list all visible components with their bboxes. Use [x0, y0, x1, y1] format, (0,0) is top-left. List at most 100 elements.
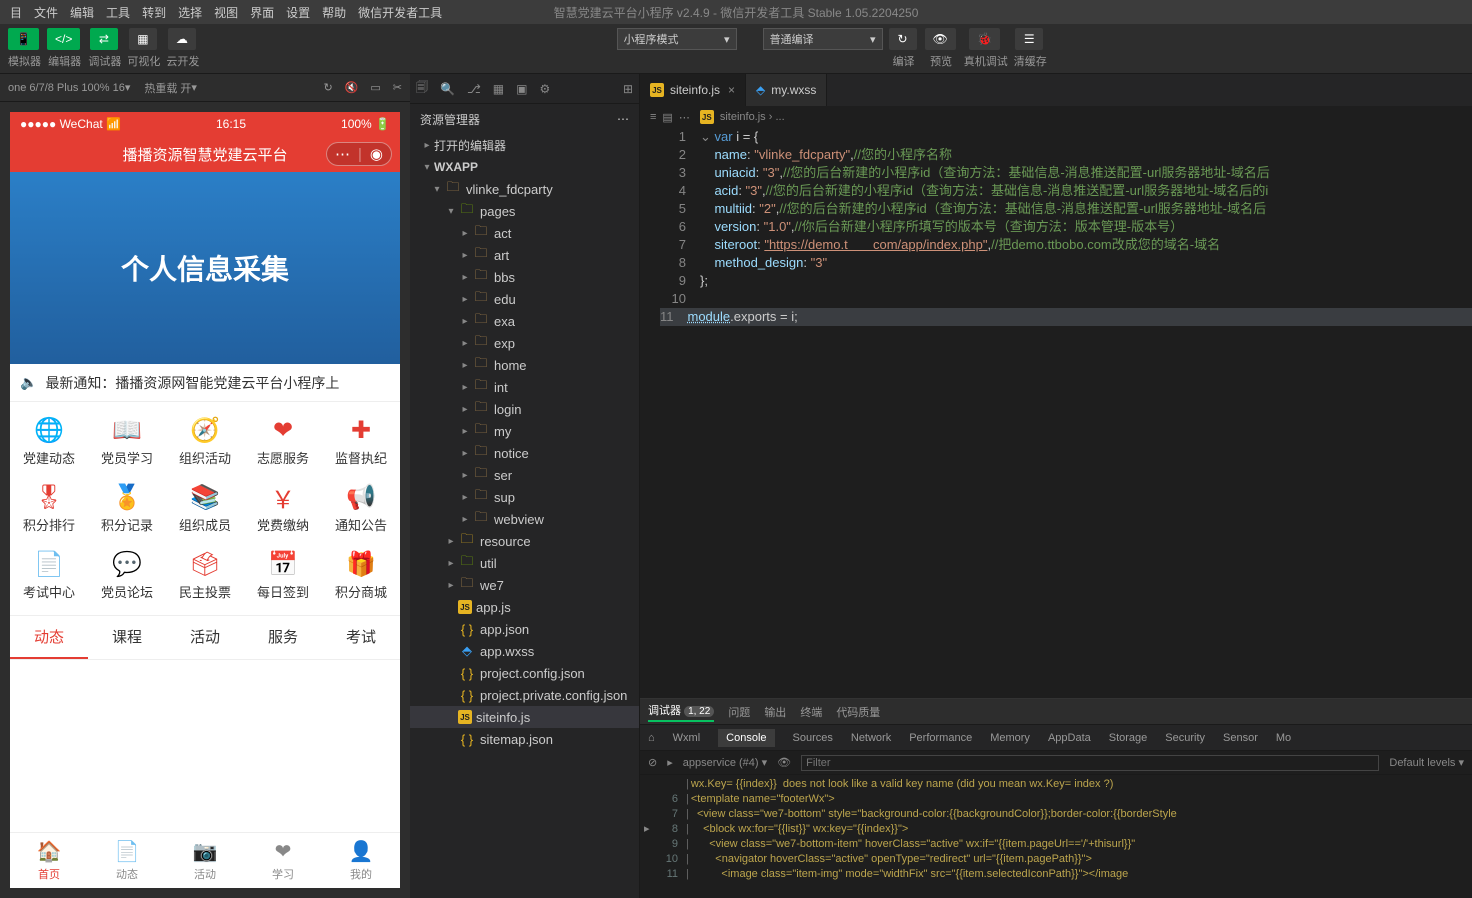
menu-item[interactable]: 文件	[28, 4, 64, 21]
ext-icon[interactable]: ▦	[493, 82, 504, 96]
grid-item[interactable]: 🏅积分记录	[88, 475, 166, 542]
branch-icon[interactable]: ⎇	[467, 82, 481, 96]
editor-button[interactable]: </>	[47, 28, 80, 50]
menu-item[interactable]: 界面	[244, 4, 280, 21]
menu-item[interactable]: 设置	[280, 4, 316, 21]
device-label[interactable]: one 6/7/8 Plus 100% 16	[8, 82, 125, 94]
debugger-button[interactable]: ⇄	[90, 28, 118, 50]
content-tab[interactable]: 活动	[166, 616, 244, 659]
grid-item[interactable]: 📄考试中心	[10, 542, 88, 609]
dt-subtab[interactable]: Security	[1165, 732, 1205, 744]
target-icon[interactable]: ◉	[370, 145, 383, 163]
files-icon[interactable]: 🗐	[416, 78, 428, 99]
grid-item[interactable]: ❤志愿服务	[244, 408, 322, 475]
grid-item[interactable]: ￥党费缴纳	[244, 475, 322, 542]
capsule[interactable]: ⋯|◉	[326, 142, 392, 166]
cut-icon[interactable]: ✂	[393, 81, 402, 94]
menu-item[interactable]: 选择	[172, 4, 208, 21]
filter-input[interactable]	[801, 755, 1379, 771]
context-select[interactable]: appservice (#4) ▾	[683, 756, 767, 769]
menu-item[interactable]: 微信开发者工具	[352, 4, 448, 21]
tree-item[interactable]: ▸🗀bbs	[410, 266, 639, 288]
open-editors[interactable]: ▸打开的编辑器	[410, 134, 639, 156]
dt-home-icon[interactable]: ⌂	[648, 732, 655, 744]
code-editor[interactable]: 1⌄ var i = { 2 name: "vlinke_fdcparty",/…	[660, 128, 1472, 698]
cache-button[interactable]: ☰	[1015, 28, 1043, 50]
compile-select[interactable]: 普通编译▾	[763, 28, 883, 50]
bottom-nav-item[interactable]: ❤学习	[244, 833, 322, 888]
content-tab[interactable]: 动态	[10, 616, 88, 659]
tree-item[interactable]: ▸🗀sup	[410, 486, 639, 508]
grid-item[interactable]: 📖党员学习	[88, 408, 166, 475]
grid-item[interactable]: 🌐党建动态	[10, 408, 88, 475]
grid-item[interactable]: ✚监督执纪	[322, 408, 400, 475]
dt-tab[interactable]: 调试器 1, 22	[648, 702, 714, 722]
menu-item[interactable]: 帮助	[316, 4, 352, 21]
levels-select[interactable]: Default levels ▾	[1389, 756, 1464, 769]
grid-item[interactable]: 📚组织成员	[166, 475, 244, 542]
preview-button[interactable]: 👁	[925, 28, 956, 50]
tree-item[interactable]: JSsiteinfo.js	[410, 706, 639, 728]
tree-item[interactable]: ▸🗀art	[410, 244, 639, 266]
mode-select[interactable]: 小程序模式▾	[617, 28, 737, 50]
tree-item[interactable]: { }sitemap.json	[410, 728, 639, 750]
close-icon[interactable]: ×	[728, 83, 735, 97]
bottom-nav-item[interactable]: 👤我的	[322, 833, 400, 888]
menu-item[interactable]: 转到	[136, 4, 172, 21]
menu-item[interactable]: 视图	[208, 4, 244, 21]
more-icon[interactable]: ⋯	[335, 145, 350, 163]
ext2-icon[interactable]: ▣	[516, 82, 527, 96]
tree-item[interactable]: { }project.private.config.json	[410, 684, 639, 706]
bottom-nav-item[interactable]: 🏠首页	[10, 833, 88, 888]
tree-item[interactable]: ▸🗀exp	[410, 332, 639, 354]
clear-icon[interactable]: ▸	[667, 756, 673, 769]
ext3-icon[interactable]: ⚙	[539, 82, 550, 96]
project-root[interactable]: ▾WXAPP	[410, 156, 639, 178]
tree-item[interactable]: ▸🗀webview	[410, 508, 639, 530]
tree-item[interactable]: ▸🗀login	[410, 398, 639, 420]
grid-item[interactable]: 🎁积分商城	[322, 542, 400, 609]
grid-item[interactable]: 💬党员论坛	[88, 542, 166, 609]
tree-item[interactable]: { }project.config.json	[410, 662, 639, 684]
tree-item[interactable]: ▸🗀edu	[410, 288, 639, 310]
grid-item[interactable]: 🧭组织活动	[166, 408, 244, 475]
dt-subtab[interactable]: Wxml	[673, 732, 701, 744]
new-icon[interactable]: ⊞	[623, 82, 633, 96]
tree-item[interactable]: ▸🗀util	[410, 552, 639, 574]
content-tab[interactable]: 课程	[88, 616, 166, 659]
tree-item[interactable]: ▸🗀home	[410, 354, 639, 376]
bottom-nav-item[interactable]: 📄动态	[88, 833, 166, 888]
grid-item[interactable]: 🎖积分排行	[10, 475, 88, 542]
menu-item[interactable]: 编辑	[64, 4, 100, 21]
grid-item[interactable]: 🗳民主投票	[166, 542, 244, 609]
dt-subtab[interactable]: AppData	[1048, 732, 1091, 744]
tree-item[interactable]: ▾🗀pages	[410, 200, 639, 222]
tree-item[interactable]: { }app.json	[410, 618, 639, 640]
tree-item[interactable]: ▸🗀int	[410, 376, 639, 398]
dt-subtab[interactable]: Console	[718, 729, 774, 747]
tree-item[interactable]: ▸🗀we7	[410, 574, 639, 596]
refresh-icon[interactable]: ↻	[323, 81, 332, 94]
tree-item[interactable]: ▸🗀notice	[410, 442, 639, 464]
grid-item[interactable]: 📅每日签到	[244, 542, 322, 609]
editor-tab[interactable]: ⬘my.wxss	[746, 74, 827, 106]
menu-item[interactable]: 目	[4, 4, 28, 21]
console-output[interactable]: |wx.Key= {{index}} does not look like a …	[640, 775, 1472, 898]
stop-icon[interactable]: ⊘	[648, 756, 657, 769]
mute-icon[interactable]: 🔇	[345, 81, 359, 94]
content-tab[interactable]: 考试	[322, 616, 400, 659]
tree-item[interactable]: ▸🗀exa	[410, 310, 639, 332]
dt-subtab[interactable]: Performance	[909, 732, 972, 744]
cloud-button[interactable]: ☁	[168, 28, 196, 50]
dt-subtab[interactable]: Memory	[990, 732, 1030, 744]
breadcrumb[interactable]: siteinfo.js › ...	[720, 111, 785, 123]
editor-tab[interactable]: JSsiteinfo.js×	[640, 74, 746, 106]
tree-item[interactable]: ▸🗀ser	[410, 464, 639, 486]
dt-tab[interactable]: 输出	[764, 704, 786, 720]
dt-subtab[interactable]: Storage	[1109, 732, 1148, 744]
visual-button[interactable]: ▦	[129, 28, 157, 50]
tree-item[interactable]: ▸🗀act	[410, 222, 639, 244]
tree-item[interactable]: ⬘app.wxss	[410, 640, 639, 662]
simulator-button[interactable]: 📱	[8, 28, 39, 50]
compile-button[interactable]: ↻	[889, 28, 917, 50]
